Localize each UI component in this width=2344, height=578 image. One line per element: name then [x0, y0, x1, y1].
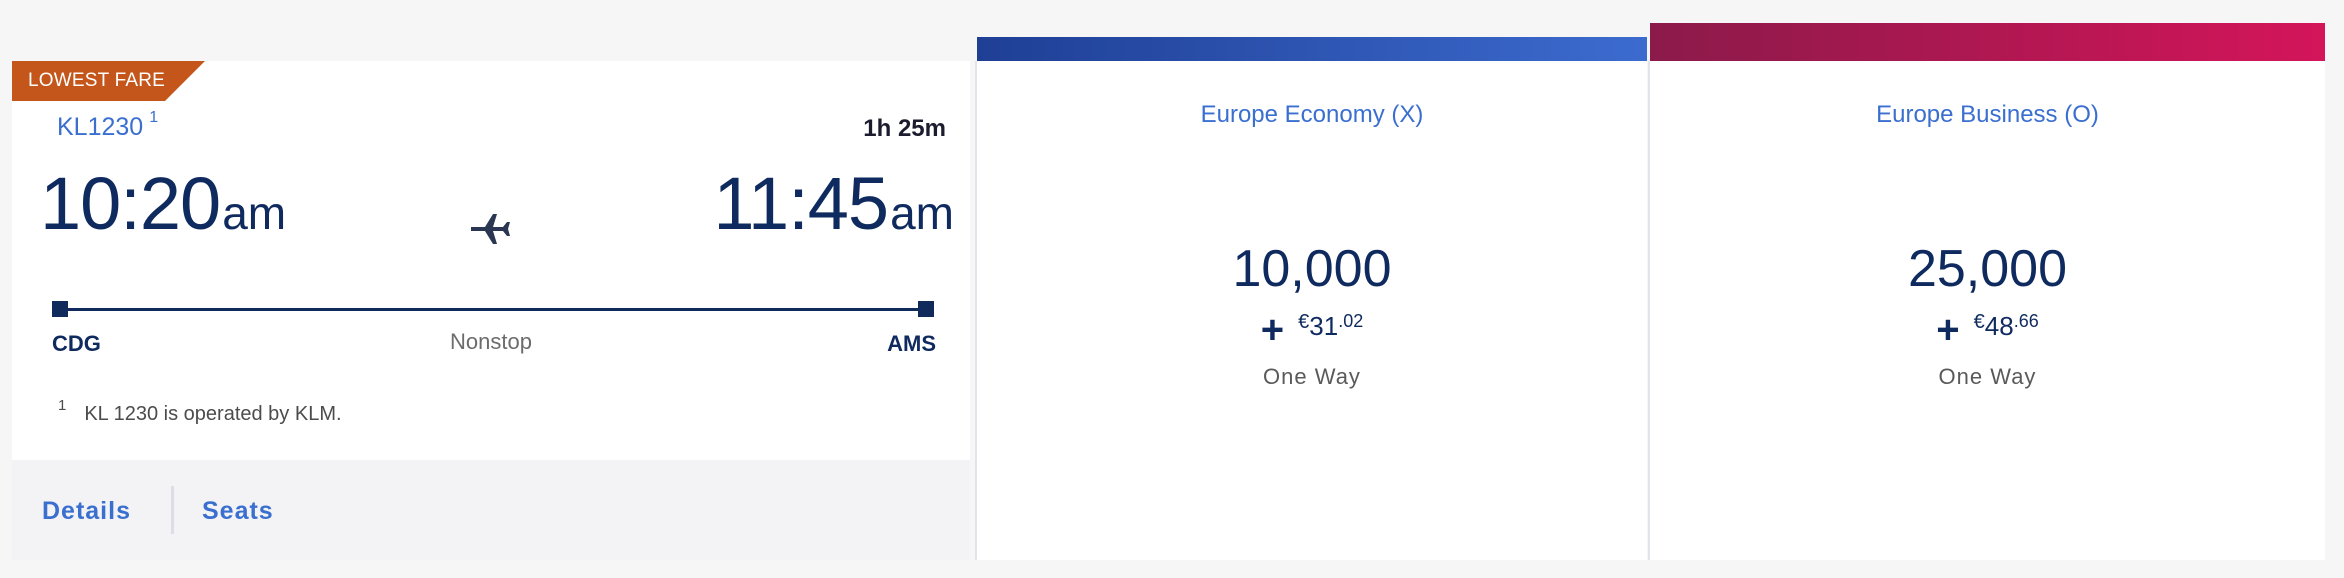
arrival-time-value: 11:45 — [713, 162, 889, 245]
lowest-fare-badge: LOWEST FARE — [12, 61, 205, 101]
flight-duration: 1h 25m — [863, 115, 946, 142]
destination-airport: AMS — [887, 331, 936, 356]
flight-number[interactable]: KL1230 1 — [57, 109, 158, 142]
fare-business-trip-type: One Way — [1938, 364, 2037, 389]
flight-number-label: KL1230 — [57, 113, 144, 141]
fare-economy-card[interactable]: Europe Economy (X) 10,000 + € 31 .02 One… — [975, 37, 1647, 560]
origin-airport: CDG — [52, 331, 101, 356]
fare-business-currency: € — [1973, 311, 1985, 333]
departure-time-value: 10:20 — [40, 162, 221, 245]
route-line — [60, 308, 934, 311]
action-divider — [171, 486, 174, 534]
fare-economy-price: + € 31 .02 — [977, 308, 1647, 352]
flight-footnote-ref: 1 — [149, 109, 159, 126]
fare-business-name: Europe Business (O) — [1876, 101, 2099, 128]
flight-actions: Details Seats — [12, 460, 970, 560]
fare-economy-amount: 31 — [1309, 311, 1339, 341]
seats-button[interactable]: Seats — [202, 497, 274, 526]
details-button[interactable]: Details — [42, 497, 131, 526]
flight-card: LOWEST FARE KL1230 1 1h 25m 10:20 am 11:… — [12, 61, 970, 560]
origin-marker — [52, 301, 68, 317]
fare-economy-top-bar — [977, 37, 1647, 61]
fare-business-amount: 48 — [1984, 311, 2014, 341]
fare-business-top-bar — [1650, 23, 2325, 61]
fare-economy-name: Europe Economy (X) — [1200, 101, 1424, 128]
plane-icon — [467, 204, 517, 254]
fare-business-miles: 25,000 — [1907, 240, 2068, 298]
operator-footnote: 1 KL 1230 is operated by KLM. — [58, 397, 342, 426]
footnote-number: 1 — [58, 397, 67, 414]
fare-business-cents: .66 — [2013, 311, 2039, 331]
fare-economy-cents: .02 — [1338, 311, 1364, 331]
fare-economy-currency: € — [1298, 311, 1310, 333]
arrival-time: 11:45 am — [713, 161, 954, 246]
stops-label: Nonstop — [450, 329, 532, 354]
footnote-text: KL 1230 is operated by KLM. — [84, 403, 342, 425]
fare-business-card[interactable]: Europe Business (O) 25,000 + € 48 .66 On… — [1648, 23, 2325, 560]
plus-icon: + — [1260, 308, 1285, 352]
departure-time-ampm: am — [222, 187, 287, 239]
destination-marker — [918, 301, 934, 317]
plus-icon: + — [1936, 308, 1960, 352]
departure-time: 10:20 am — [40, 161, 286, 246]
fare-economy-miles: 10,000 — [1232, 240, 1392, 298]
fare-business-price: + € 48 .66 — [1650, 308, 2325, 352]
arrival-time-ampm: am — [890, 187, 954, 239]
fare-economy-trip-type: One Way — [1263, 364, 1361, 389]
